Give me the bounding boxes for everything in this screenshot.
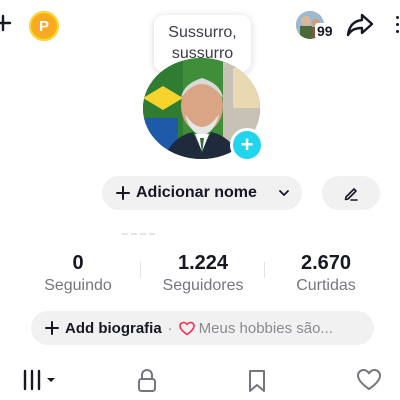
tab-liked[interactable] [356, 368, 382, 397]
more-icon[interactable] [396, 16, 400, 36]
add-name-button[interactable]: Adicionar nome [102, 176, 302, 210]
bio-hint: Meus hobbies são... [198, 319, 333, 337]
thought-bubble-text: Sussurro, sussurro [168, 24, 237, 62]
stat-divider [264, 262, 265, 278]
add-bio-label: Add biografia [65, 319, 162, 337]
stat-followers-label: Seguidores [162, 277, 244, 294]
stat-following-label: Seguindo [44, 277, 112, 294]
add-photo-plus: + [240, 132, 254, 157]
faint-divider [122, 222, 166, 235]
grid-icon [23, 369, 55, 391]
plus-icon[interactable] [0, 14, 12, 32]
tab-saved[interactable] [246, 368, 268, 399]
edit-profile-button[interactable] [322, 176, 380, 210]
stat-likes-label: Curtidas [296, 277, 356, 294]
pencil-icon [344, 188, 358, 201]
stat-followers[interactable]: 1.224 Seguidores [153, 252, 253, 295]
bookmark-icon [249, 370, 265, 392]
stat-following-value: 0 [72, 252, 84, 274]
coin-icon[interactable]: P [29, 11, 59, 41]
share-icon[interactable] [345, 12, 375, 38]
tab-videos[interactable] [22, 368, 58, 397]
add-photo-button[interactable]: + [230, 128, 264, 162]
heart-icon [178, 321, 195, 335]
stat-likes-value: 2.670 [300, 252, 352, 274]
visitors-count: 99 [315, 23, 335, 39]
bio-separator: · [167, 319, 173, 337]
stat-divider [140, 262, 141, 278]
add-bio-button[interactable]: Add biografia · Meus hobbies são... [31, 311, 374, 345]
lock-icon [138, 369, 156, 392]
stat-followers-value: 1.224 [177, 252, 229, 274]
add-name-label: Adicionar nome [136, 184, 257, 201]
tab-private[interactable] [135, 368, 159, 399]
plus-icon [45, 321, 59, 335]
stat-likes[interactable]: 2.670 Curtidas [284, 252, 368, 295]
chevron-down-icon[interactable] [278, 187, 290, 199]
coin-letter: P [33, 15, 55, 37]
stat-following[interactable]: 0 Seguindo [38, 252, 118, 295]
heart-icon [357, 369, 381, 390]
plus-icon [116, 186, 130, 200]
